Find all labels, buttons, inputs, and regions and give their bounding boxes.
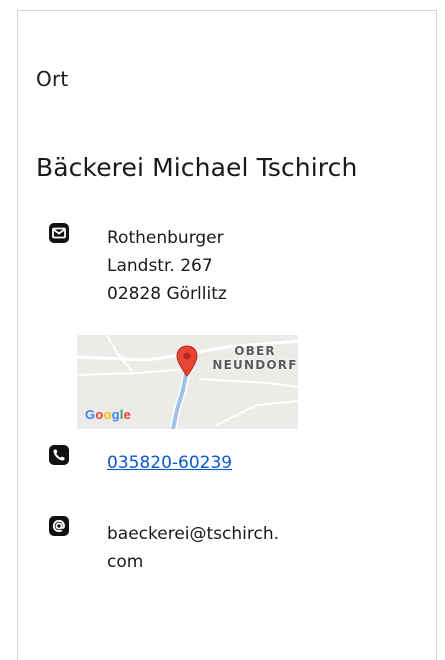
google-logo: Google bbox=[85, 407, 132, 422]
map-place-label: OBER NEUNDORF bbox=[212, 344, 298, 372]
map-marker-icon bbox=[176, 345, 198, 377]
address-line-street: Rothenburger bbox=[107, 228, 224, 248]
at-sign-icon bbox=[49, 516, 69, 536]
business-name: Bäckerei Michael Tschirch bbox=[36, 153, 358, 182]
envelope-icon bbox=[49, 223, 69, 243]
address-line-city: 02828 Görllitz bbox=[107, 284, 227, 304]
email-line-1: baeckerei@tschirch. bbox=[107, 524, 280, 544]
email-line-2: com bbox=[107, 552, 144, 572]
address-line-number: Landstr. 267 bbox=[107, 256, 213, 276]
phone-icon bbox=[49, 445, 69, 465]
section-heading: Ort bbox=[36, 67, 69, 91]
email-address[interactable]: baeckerei@tschirch. com bbox=[107, 520, 279, 576]
address: Rothenburger Landstr. 267 02828 Görllitz bbox=[107, 224, 227, 308]
phone-link[interactable]: 035820-60239 bbox=[107, 449, 232, 477]
map-thumbnail[interactable]: OBER NEUNDORF Google bbox=[77, 335, 298, 429]
